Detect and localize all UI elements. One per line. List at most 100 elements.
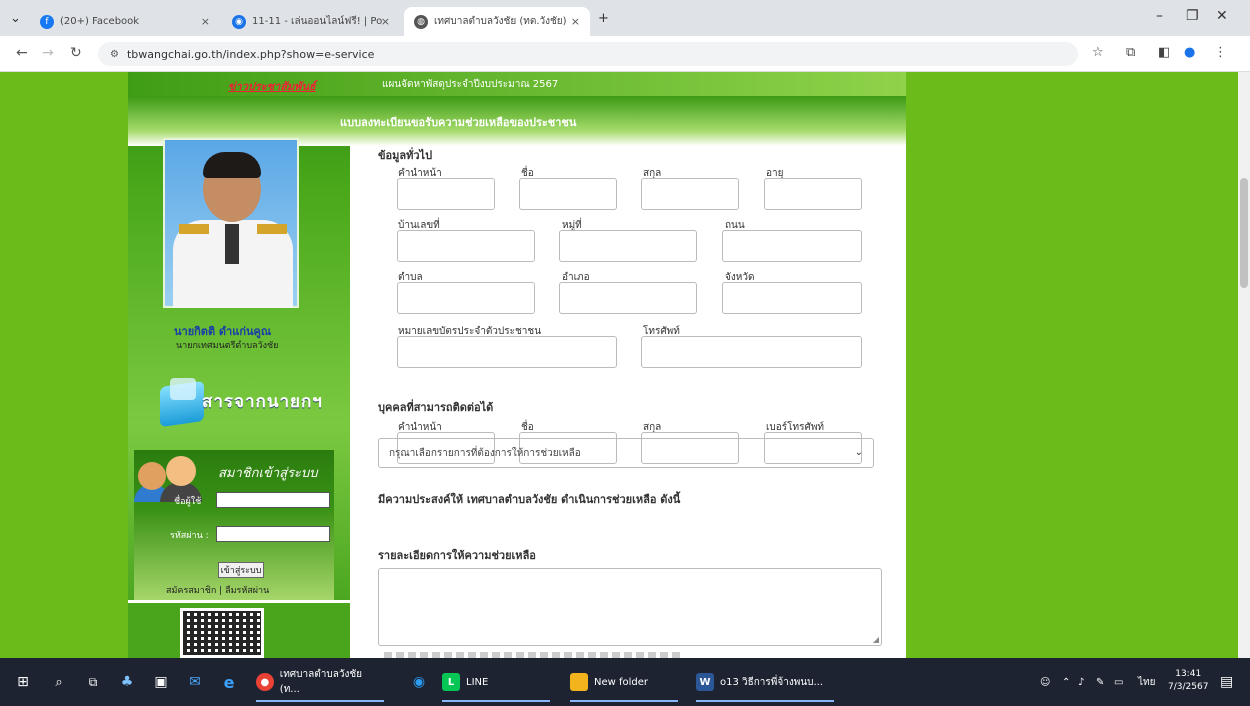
details-heading: รายละเอียดการให้ความช่วยเหลือ [378,549,536,562]
pen-icon[interactable]: ✎ [1096,658,1104,706]
tab-poki[interactable]: ◉ 11-11 - เล่นออนไลน์ฟรี! | Poki × [222,7,400,36]
reload-icon[interactable]: ↻ [70,45,82,61]
general-info-heading: ข้อมูลทั่วไป [378,149,433,162]
taskbar-app-label: LINE [466,676,489,688]
address-toolbar: ← → ↻ ⚙ tbwangchai.go.th/index.php?show=… [0,36,1250,72]
password-input[interactable] [216,526,330,542]
password-label: รหัสผ่าน : [170,531,209,541]
back-icon[interactable]: ← [16,45,28,61]
taskbar-app-label: o13 วิธีการพี่จ้างพนบ... [720,676,824,688]
assistance-type-select[interactable]: กรุณาเลือกรายการที่ต้องการให้การช่วยเหลื… [378,438,874,468]
details-textarea[interactable]: ◢ [378,568,882,646]
id-card-input[interactable] [397,336,617,368]
web-page: ข่าวประชาสัมพันธ์ แผนจัดหาพัสดุประจำปีงบ… [0,72,1238,658]
chrome-icon: ● [256,673,274,691]
profile-icon[interactable]: ● [1184,45,1195,60]
edge-blue-icon[interactable]: ◉ [404,658,434,706]
word-icon: W [696,673,714,691]
close-icon[interactable]: × [201,15,210,28]
news-strip: ข่าวประชาสัมพันธ์ แผนจัดหาพัสดุประจำปีงบ… [128,72,906,96]
forward-icon[interactable]: → [42,45,54,61]
tab-title: (20+) Facebook [60,16,140,27]
window-close-icon[interactable]: ✕ [1216,8,1228,24]
globe-icon: ◍ [414,14,428,29]
moo-input[interactable] [559,230,697,262]
taskbar-chrome[interactable]: ● เทศบาลตำบลวังชัย (ท... [250,662,390,702]
road-input[interactable] [722,230,862,262]
windows-start-icon[interactable]: ⊞ [8,658,38,706]
members-icon [134,452,208,502]
input-language[interactable]: ไทย [1138,658,1155,706]
resize-grip-icon[interactable]: ◢ [873,635,879,644]
site-info-icon[interactable]: ⚙ [110,49,119,60]
taskbar-line[interactable]: L LINE [436,662,556,702]
url-text[interactable]: tbwangchai.go.th/index.php?show=e-servic… [127,48,374,61]
edge-icon[interactable]: e [214,658,244,706]
minimize-icon[interactable]: – [1156,8,1163,24]
province-input[interactable] [722,282,862,314]
announcement-text[interactable]: แผนจัดหาพัสดุประจำปีงบประมาณ 2567 [382,77,558,92]
clock[interactable]: 13:41 7/3/2567 [1168,668,1208,694]
poki-icon: ◉ [232,14,246,29]
search-icon[interactable]: ⌕ [44,658,74,706]
extensions-icon[interactable]: ⧉ [1126,45,1135,60]
contact-person-heading: บุคคลที่สามารถติดต่อได้ [378,401,494,414]
notification-icon[interactable]: ▤ [1220,658,1233,706]
people-icon[interactable]: ♣ [112,658,142,706]
restore-icon[interactable]: ❐ [1186,8,1199,24]
people-tray-icon[interactable]: ☺ [1040,658,1050,706]
register-forgot-links[interactable]: สมัครสมาชิก | ลืมรหัสผ่าน [166,583,269,597]
tray-expand-icon[interactable]: ⌃ [1062,658,1070,706]
volume-icon[interactable]: ♪ [1078,658,1084,706]
last-name-input[interactable] [641,178,739,210]
clock-time: 13:41 [1175,669,1202,679]
chevron-down-icon: ⌄ [854,447,863,458]
mayor-message-banner[interactable]: สารจากนายกฯ [160,378,340,434]
page-scrollbar[interactable] [1238,72,1250,658]
menu-icon[interactable]: ⋮ [1214,45,1227,60]
tambon-input[interactable] [397,282,535,314]
windows-taskbar: ⊞ ⌕ ⧉ ♣ ▣ ✉ e ● เทศบาลตำบลวังชัย (ท... ◉… [0,658,1250,706]
form-title: แบบลงทะเบียนขอรับความช่วยเหลือของประชาชน [340,116,577,129]
username-label: ชื่อผู้ใช้ [174,497,202,507]
task-view-icon[interactable]: ⧉ [78,658,108,706]
age-input[interactable] [764,178,862,210]
tab-wangchai[interactable]: ◍ เทศบาลตำบลวังชัย (ทต.วังชัย) อ.น้ำพ × [404,7,590,36]
side-panel-icon[interactable]: ◧ [1158,45,1170,60]
new-tab-button[interactable]: + [598,0,609,36]
first-name-input[interactable] [519,178,617,210]
taskbar-app-label: New folder [594,676,649,688]
house-no-input[interactable] [397,230,535,262]
login-box: สมาชิกเข้าสู่ระบบ ชื่อผู้ใช้ รหัสผ่าน : … [134,450,334,600]
phone-input[interactable] [641,336,862,368]
taskbar-app-label: เทศบาลตำบลวังชัย (ท... [279,669,362,695]
omnibox[interactable]: ⚙ tbwangchai.go.th/index.php?show=e-serv… [98,42,1078,66]
folder-icon [570,673,588,691]
amphoe-input[interactable] [559,282,697,314]
select-value: กรุณาเลือกรายการที่ต้องการให้การช่วยเหลื… [389,447,581,459]
mail-icon[interactable]: ✉ [180,658,210,706]
line-icon: L [442,673,460,691]
taskbar-word[interactable]: W o13 วิธีการพี่จ้างพนบ... [690,662,840,702]
bookmark-star-icon[interactable]: ☆ [1092,45,1104,60]
request-heading: มีความประสงค์ให้ เทศบาลตำบลวังชัย ดำเนิน… [378,493,681,506]
login-button[interactable]: เข้าสู่ระบบ [218,562,264,578]
close-icon[interactable]: × [381,15,390,28]
tab-search-button[interactable]: ⌄ [10,0,21,36]
scrollbar-thumb[interactable] [1240,178,1248,288]
taskbar-folder[interactable]: New folder [564,662,684,702]
news-link[interactable]: ข่าวประชาสัมพันธ์ [228,77,316,95]
username-input[interactable] [216,492,330,508]
facebook-icon: f [40,14,54,29]
prefix-input[interactable] [397,178,495,210]
network-icon[interactable]: ▭ [1114,658,1123,706]
close-icon[interactable]: × [571,15,580,28]
tab-title: เทศบาลตำบลวังชัย (ทต.วังชัย) อ.น้ำพ [434,16,566,27]
mayor-photo [163,138,299,308]
qr-code [180,608,264,658]
tab-title: 11-11 - เล่นออนไลน์ฟรี! | Poki [252,16,382,27]
clock-date: 7/3/2567 [1168,682,1209,692]
store-icon[interactable]: ▣ [146,658,176,706]
tab-facebook[interactable]: f (20+) Facebook × [30,7,220,36]
mayor-position: นายกเทศมนตรีตำบลวังชัย [176,341,279,351]
